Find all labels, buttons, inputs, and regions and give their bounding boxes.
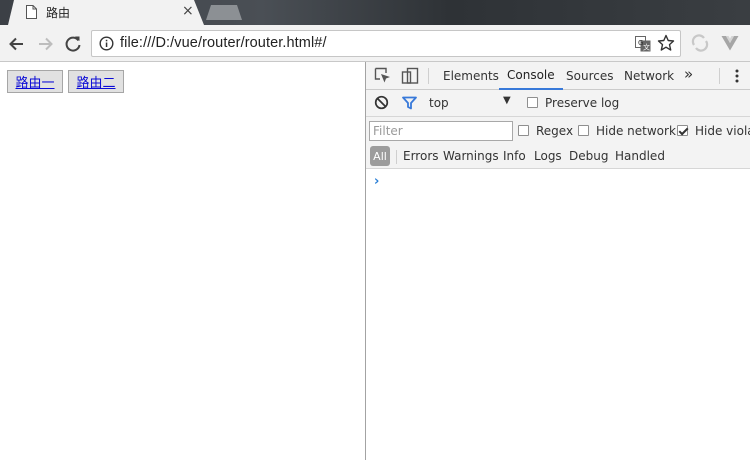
levels-separator — [396, 150, 397, 164]
context-selector[interactable]: top — [429, 96, 449, 110]
svg-text:文: 文 — [643, 43, 650, 52]
devtools-separator — [719, 68, 720, 84]
hide-violations-checkbox[interactable] — [677, 125, 688, 136]
page-viewport: 路由一 路由二 — [0, 62, 365, 460]
console-prompt-icon[interactable]: › — [374, 174, 379, 189]
level-handled[interactable]: Handled — [615, 149, 665, 163]
reload-icon[interactable] — [62, 33, 84, 55]
level-debug[interactable]: Debug — [569, 149, 608, 163]
clear-console-icon[interactable] — [374, 95, 389, 110]
bookmark-star-icon[interactable] — [657, 34, 675, 52]
regex-checkbox[interactable] — [518, 125, 529, 136]
route-link-two[interactable]: 路由二 — [68, 70, 124, 93]
level-warnings[interactable]: Warnings — [443, 149, 499, 163]
address-bar[interactable]: file:///D:/vue/router/router.html#/ G 文 — [91, 30, 681, 57]
forward-arrow-icon[interactable] — [34, 33, 56, 55]
extension-sync-icon[interactable] — [690, 33, 710, 53]
route-link-one[interactable]: 路由一 — [7, 70, 63, 93]
console-toolbar: top ▼ Preserve log — [366, 90, 750, 117]
kebab-menu-icon[interactable] — [734, 68, 740, 84]
hide-network-checkbox[interactable] — [578, 125, 589, 136]
devtools-panel: Elements Console Sources Network » top ▼… — [365, 62, 750, 460]
tab-console[interactable]: Console — [499, 62, 563, 90]
vue-devtools-icon[interactable] — [720, 33, 740, 53]
hide-network-label: Hide network — [596, 124, 676, 138]
page-icon — [26, 5, 37, 19]
browser-toolbar: file:///D:/vue/router/router.html#/ G 文 — [0, 25, 750, 62]
tab-sources[interactable]: Sources — [566, 62, 613, 90]
info-icon[interactable] — [99, 36, 114, 51]
regex-label: Regex — [536, 124, 574, 138]
tab-network[interactable]: Network — [624, 62, 674, 90]
translate-icon[interactable]: G 文 — [635, 36, 651, 52]
console-filter-bar: Regex Hide network Hide violat All Error… — [366, 117, 750, 169]
context-dropdown-arrow-icon[interactable]: ▼ — [503, 95, 511, 106]
hide-violations-label: Hide violat — [695, 124, 750, 138]
title-bar: 路由 × — [0, 0, 750, 25]
back-arrow-icon[interactable] — [6, 33, 28, 55]
url-text[interactable]: file:///D:/vue/router/router.html#/ — [120, 35, 327, 51]
device-toolbar-icon[interactable] — [401, 67, 419, 85]
devtools-separator — [428, 68, 429, 84]
new-tab-button[interactable] — [206, 5, 242, 20]
browser-tab[interactable]: 路由 × — [8, 0, 204, 25]
level-errors[interactable]: Errors — [403, 149, 439, 163]
preserve-log-checkbox[interactable] — [527, 97, 538, 108]
level-logs[interactable]: Logs — [534, 149, 562, 163]
preserve-log-label: Preserve log — [545, 96, 620, 110]
close-tab-icon[interactable]: × — [182, 3, 194, 19]
filter-funnel-icon[interactable] — [402, 96, 417, 110]
more-tabs-icon[interactable]: » — [684, 65, 693, 83]
tab-elements[interactable]: Elements — [443, 62, 499, 90]
level-all-button[interactable]: All — [370, 146, 390, 166]
devtools-tab-bar: Elements Console Sources Network » — [366, 62, 750, 90]
filter-input[interactable] — [369, 121, 513, 141]
tab-title: 路由 — [46, 6, 71, 20]
inspect-element-icon[interactable] — [374, 67, 392, 85]
level-info[interactable]: Info — [503, 149, 526, 163]
